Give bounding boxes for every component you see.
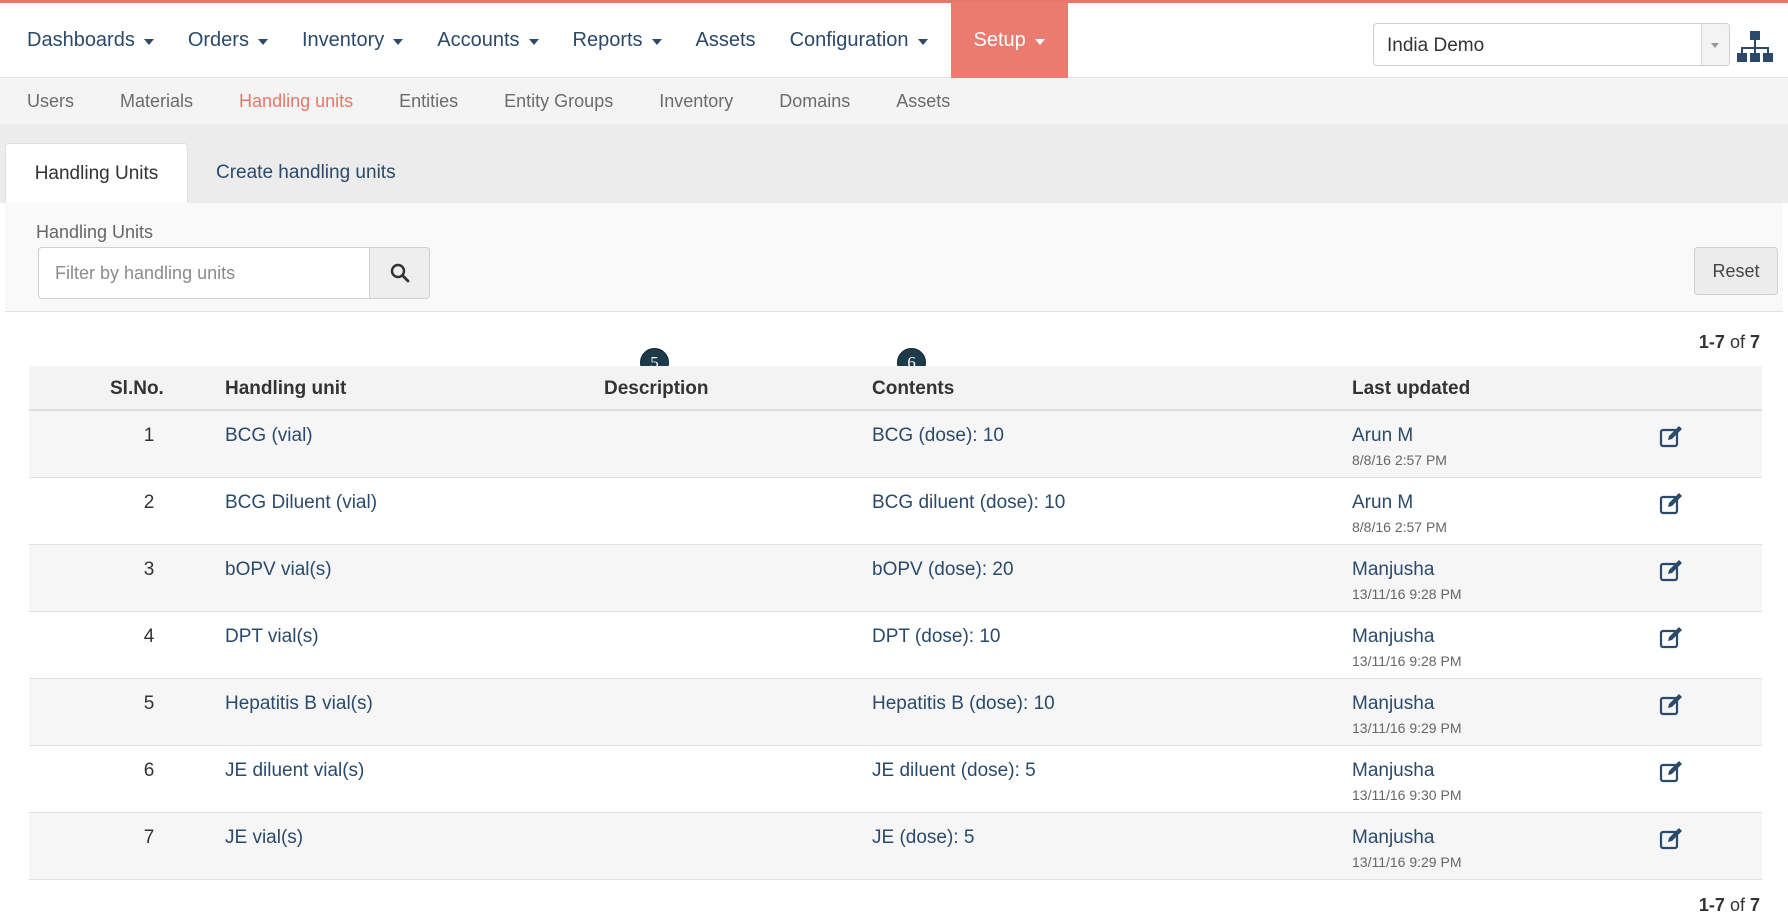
row-updated-time: 13/11/16 9:28 PM (1352, 586, 1462, 602)
edit-icon[interactable] (1659, 692, 1685, 718)
row-updated-by-link[interactable]: Manjusha (1352, 626, 1434, 648)
nav-assets[interactable]: Assets (679, 3, 773, 78)
header-last-updated: Last updated (1352, 378, 1471, 399)
row-updated-by-link[interactable]: Manjusha (1352, 827, 1434, 849)
row-updated-time: 13/11/16 9:30 PM (1352, 787, 1462, 803)
row-updated-time: 8/8/16 2:57 PM (1352, 452, 1447, 468)
row-handling-unit-link[interactable]: DPT vial(s) (225, 626, 319, 648)
table-header: Sl.No. Handling unit Description Content… (29, 366, 1762, 411)
subnav-entities[interactable]: Entities (376, 91, 481, 112)
row-updated-by-link[interactable]: Arun M (1352, 492, 1413, 514)
row-sl-no: 5 (143, 693, 155, 714)
row-contents-link[interactable]: JE (dose): 5 (872, 827, 974, 849)
row-handling-unit-link[interactable]: bOPV vial(s) (225, 559, 332, 581)
row-updated-by-link[interactable]: Arun M (1352, 425, 1413, 447)
caret-down-icon (917, 39, 928, 45)
row-updated-by-link[interactable]: Manjusha (1352, 693, 1434, 715)
edit-icon[interactable] (1659, 424, 1685, 450)
table-row: 4 DPT vial(s) DPT (dose): 10 Manjusha 13… (29, 612, 1762, 679)
caret-down-icon (257, 39, 268, 45)
tab-handling-units[interactable]: Handling Units (5, 143, 188, 203)
row-sl-no: 6 (143, 760, 155, 781)
caret-down-icon (1711, 43, 1719, 48)
caret-down-icon (528, 39, 539, 45)
filter-panel: Handling Units Reset (5, 203, 1783, 312)
edit-icon[interactable] (1659, 491, 1685, 517)
row-contents-link[interactable]: DPT (dose): 10 (872, 626, 1000, 648)
header-handling-unit: Handling unit (225, 378, 347, 399)
row-updated-by-link[interactable]: Manjusha (1352, 559, 1434, 581)
nav-accounts[interactable]: Accounts (420, 3, 555, 78)
row-contents-link[interactable]: BCG (dose): 10 (872, 425, 1004, 447)
header-description: Description (604, 378, 709, 399)
row-contents-link[interactable]: bOPV (dose): 20 (872, 559, 1014, 581)
subnav-domains[interactable]: Domains (756, 91, 873, 112)
table-row: 3 bOPV vial(s) bOPV (dose): 20 Manjusha … (29, 545, 1762, 612)
table-row: 2 BCG Diluent (vial) BCG diluent (dose):… (29, 478, 1762, 545)
subnav-users[interactable]: Users (4, 91, 97, 112)
edit-icon[interactable] (1659, 625, 1685, 651)
row-sl-no: 1 (143, 425, 155, 446)
table-row: 5 Hepatitis B vial(s) Hepatitis B (dose)… (29, 679, 1762, 746)
setup-subnav: Users Materials Handling units Entities … (0, 78, 1788, 124)
row-contents-link[interactable]: BCG diluent (dose): 10 (872, 492, 1065, 514)
search-icon (390, 263, 409, 283)
subnav-inventory[interactable]: Inventory (636, 91, 756, 112)
header-sl-no: Sl.No. (110, 378, 164, 399)
subnav-materials[interactable]: Materials (97, 91, 216, 112)
domain-select-toggle[interactable] (1701, 24, 1729, 65)
caret-down-icon (651, 39, 662, 45)
page-tabs: Handling Units Create handling units (0, 124, 1788, 203)
table-row: 6 JE diluent vial(s) JE diluent (dose): … (29, 746, 1762, 813)
nav-configuration[interactable]: Configuration (773, 3, 945, 78)
row-sl-no: 2 (143, 492, 155, 513)
row-updated-time: 13/11/16 9:29 PM (1352, 720, 1462, 736)
edit-icon[interactable] (1659, 759, 1685, 785)
subnav-handling-units[interactable]: Handling units (216, 91, 376, 112)
domain-select[interactable]: India Demo (1373, 23, 1730, 66)
row-updated-by-link[interactable]: Manjusha (1352, 760, 1434, 782)
tab-create-handling-units[interactable]: Create handling units (216, 143, 396, 203)
row-contents-link[interactable]: Hepatitis B (dose): 10 (872, 693, 1055, 715)
row-sl-no: 3 (143, 559, 155, 580)
main-menu: Dashboards Orders Inventory Accounts Rep… (10, 3, 1068, 78)
domain-select-value: India Demo (1387, 35, 1485, 56)
caret-down-icon (143, 39, 154, 45)
row-handling-unit-link[interactable]: Hepatitis B vial(s) (225, 693, 373, 715)
edit-icon[interactable] (1659, 558, 1685, 584)
nav-orders[interactable]: Orders (171, 3, 285, 78)
row-sl-no: 4 (143, 626, 155, 647)
row-updated-time: 8/8/16 2:57 PM (1352, 519, 1447, 535)
subnav-assets[interactable]: Assets (873, 91, 973, 112)
row-updated-time: 13/11/16 9:29 PM (1352, 854, 1462, 870)
handling-units-table: Sl.No. Handling unit Description Content… (29, 366, 1762, 880)
nav-inventory[interactable]: Inventory (285, 3, 420, 78)
reset-button[interactable]: Reset (1694, 247, 1778, 295)
pagination-summary-bottom: 1-7 of 7 (1698, 895, 1760, 915)
nav-reports[interactable]: Reports (556, 3, 679, 78)
edit-icon[interactable] (1659, 826, 1685, 852)
caret-down-icon (393, 39, 404, 45)
domain-hierarchy-icon[interactable] (1737, 29, 1773, 63)
table-row: 7 JE vial(s) JE (dose): 5 Manjusha 13/11… (29, 813, 1762, 880)
caret-down-icon (1034, 39, 1045, 45)
filter-label: Handling Units (36, 222, 154, 242)
row-sl-no: 7 (143, 827, 155, 848)
row-handling-unit-link[interactable]: BCG (vial) (225, 425, 313, 447)
row-updated-time: 13/11/16 9:28 PM (1352, 653, 1462, 669)
row-handling-unit-link[interactable]: BCG Diluent (vial) (225, 492, 377, 514)
pagination-summary-top: 1-7 of 7 (1698, 332, 1760, 352)
subnav-entity-groups[interactable]: Entity Groups (481, 91, 636, 112)
top-navbar: Dashboards Orders Inventory Accounts Rep… (0, 0, 1788, 78)
search-button[interactable] (369, 247, 430, 299)
row-handling-unit-link[interactable]: JE vial(s) (225, 827, 303, 849)
table-row: 1 BCG (vial) BCG (dose): 10 Arun M 8/8/1… (29, 411, 1762, 478)
handling-units-filter-input[interactable] (38, 247, 369, 299)
header-contents: Contents (872, 378, 955, 399)
row-handling-unit-link[interactable]: JE diluent vial(s) (225, 760, 364, 782)
row-contents-link[interactable]: JE diluent (dose): 5 (872, 760, 1036, 782)
nav-setup[interactable]: Setup (950, 3, 1068, 78)
nav-dashboards[interactable]: Dashboards (10, 3, 171, 78)
